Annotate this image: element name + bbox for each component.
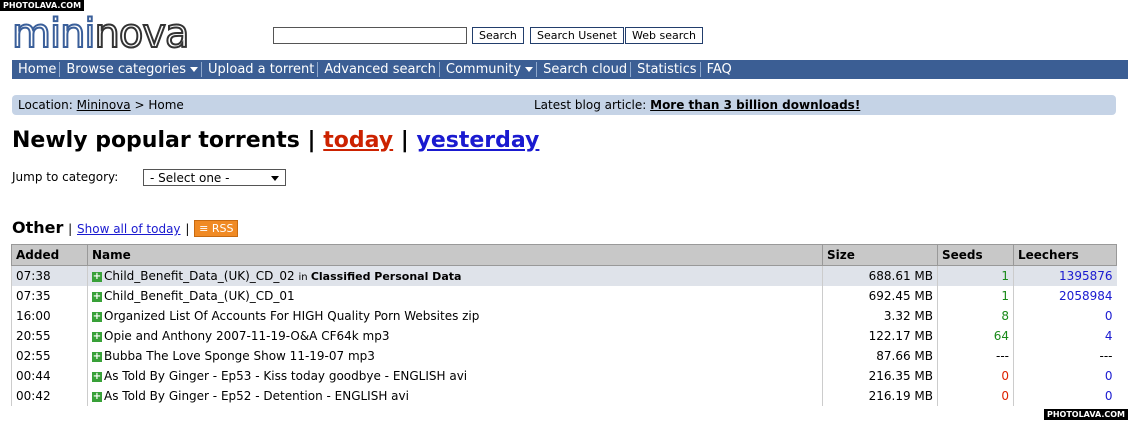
leechers-cell: 1395876 [1013, 265, 1117, 286]
download-icon[interactable]: + [92, 271, 102, 282]
category-link[interactable]: Classified Personal Data [311, 270, 462, 283]
download-icon[interactable]: + [92, 331, 102, 342]
leechers-cell: 0 [1013, 306, 1117, 326]
name-cell: + Child_Benefit_Data_(UK)_CD_02 in Classi… [87, 265, 823, 286]
show-all-link[interactable]: Show all of today [77, 222, 181, 236]
seeds-cell: 1 [937, 286, 1014, 306]
seeds-cell: 64 [937, 326, 1014, 346]
section-header: Other | Show all of today | ≡ RSS [12, 218, 239, 237]
seeds-cell: 8 [937, 306, 1014, 326]
added-cell: 07:38 [11, 265, 88, 286]
added-cell: 02:55 [11, 346, 88, 366]
jump-to-category-label: Jump to category: [12, 170, 119, 184]
torrent-link[interactable]: Opie and Anthony 2007-11-19-O&A CF64k mp… [104, 329, 389, 343]
seeds-cell: --- [937, 346, 1014, 366]
size-cell: 216.19 MB [822, 386, 938, 406]
nav-item-faq[interactable]: FAQ [701, 62, 735, 77]
breadcrumb: Location: Mininova > Home [18, 98, 184, 112]
download-icon[interactable]: + [92, 311, 102, 322]
nav-item-upload-a-torrent[interactable]: Upload a torrent [202, 62, 319, 77]
col-name[interactable]: Name [87, 244, 823, 266]
leechers-cell: 2058984 [1013, 286, 1117, 306]
rss-icon: ≡ [199, 222, 209, 235]
chevron-down-icon [525, 67, 534, 72]
nav-item-browse-categories[interactable]: Browse categories [60, 62, 202, 77]
location-bar: Location: Mininova > Home Latest blog ar… [12, 95, 1116, 115]
name-cell: + Bubba The Love Sponge Show 11-19-07 mp3 [87, 346, 823, 366]
download-icon[interactable]: + [92, 391, 102, 402]
today-link[interactable]: today [323, 128, 393, 153]
web-search-button[interactable]: Web search [625, 27, 704, 44]
torrent-table: Added Name Size Seeds Leechers 07:38 + Chi… [11, 244, 1117, 406]
seeds-cell: 0 [937, 386, 1014, 406]
size-cell: 122.17 MB [822, 326, 938, 346]
leechers-cell: 0 [1013, 386, 1117, 406]
name-cell: + Organized List Of Accounts For HIGH Qua… [87, 306, 823, 326]
added-cell: 20:55 [11, 326, 88, 346]
col-added[interactable]: Added [11, 244, 88, 266]
nav-item-search-cloud[interactable]: Search cloud [537, 62, 632, 77]
col-leechers[interactable]: Leechers [1013, 244, 1117, 266]
search-input[interactable] [273, 27, 467, 44]
name-cell: + As Told By Ginger - Ep52 - Detention - … [87, 386, 823, 406]
seeds-cell: 1 [937, 265, 1014, 286]
name-cell: + As Told By Ginger - Ep53 - Kiss today g… [87, 366, 823, 386]
breadcrumb-link-mininova[interactable]: Mininova [77, 98, 131, 112]
table-row[interactable]: 16:00 + Organized List Of Accounts For HIG… [11, 306, 1117, 326]
table-row[interactable]: 20:55 + Opie and Anthony 2007-11-19-O&A CF… [11, 326, 1117, 346]
added-cell: 16:00 [11, 306, 88, 326]
table-row[interactable]: 02:55 + Bubba The Love Sponge Show 11-19-0… [11, 346, 1117, 366]
rss-button[interactable]: ≡ RSS [194, 220, 239, 237]
name-cell: + Opie and Anthony 2007-11-19-O&A CF64k m… [87, 326, 823, 346]
watermark-bottom: PHOTOLAVA.COM [1043, 409, 1128, 420]
torrent-list: 07:38 + Child_Benefit_Data_(UK)_CD_02 in C… [11, 265, 1117, 406]
page-title: Newly popular torrents | today | yesterd… [12, 128, 540, 153]
nav-item-statistics[interactable]: Statistics [631, 62, 701, 77]
search-usenet-button[interactable]: Search Usenet [530, 27, 624, 44]
name-cell: + Child_Benefit_Data_(UK)_CD_01 [87, 286, 823, 306]
table-row[interactable]: 07:35 + Child_Benefit_Data_(UK)_CD_01 692.… [11, 286, 1117, 306]
table-row[interactable]: 07:38 + Child_Benefit_Data_(UK)_CD_02 in C… [11, 265, 1117, 286]
size-cell: 216.35 MB [822, 366, 938, 386]
blog-article-link[interactable]: More than 3 billion downloads! [650, 98, 860, 112]
download-icon[interactable]: + [92, 371, 102, 382]
col-seeds[interactable]: Seeds [937, 244, 1014, 266]
main-nav: Home Browse categories Upload a torrent Adv… [12, 60, 1128, 79]
latest-blog: Latest blog article: More than 3 billion… [534, 98, 861, 112]
leechers-cell: --- [1013, 346, 1117, 366]
section-title: Other [12, 218, 64, 237]
torrent-link[interactable]: Child_Benefit_Data_(UK)_CD_02 [104, 269, 295, 283]
size-cell: 692.45 MB [822, 286, 938, 306]
added-cell: 07:35 [11, 286, 88, 306]
site-logo[interactable]: mininova [11, 11, 191, 57]
leechers-cell: 4 [1013, 326, 1117, 346]
category-select[interactable]: - Select one - [143, 169, 286, 186]
download-icon[interactable]: + [92, 291, 102, 302]
chevron-down-icon [190, 67, 198, 72]
leechers-cell: 0 [1013, 366, 1117, 386]
torrent-link[interactable]: As Told By Ginger - Ep53 - Kiss today go… [104, 369, 467, 383]
torrent-link[interactable]: Organized List Of Accounts For HIGH Qual… [104, 309, 479, 323]
torrent-link[interactable]: Bubba The Love Sponge Show 11-19-07 mp3 [104, 349, 375, 363]
col-size[interactable]: Size [822, 244, 938, 266]
torrent-link[interactable]: Child_Benefit_Data_(UK)_CD_01 [104, 289, 295, 303]
table-row[interactable]: 00:42 + As Told By Ginger - Ep52 - Detenti… [11, 386, 1117, 406]
table-row[interactable]: 00:44 + As Told By Ginger - Ep53 - Kiss to… [11, 366, 1117, 386]
size-cell: 688.61 MB [822, 265, 938, 286]
torrent-link[interactable]: As Told By Ginger - Ep52 - Detention - E… [104, 389, 409, 403]
added-cell: 00:42 [11, 386, 88, 406]
added-cell: 00:44 [11, 366, 88, 386]
chevron-down-icon [271, 176, 279, 181]
nav-item-home[interactable]: Home [12, 62, 61, 77]
nav-item-advanced-search[interactable]: Advanced search [318, 62, 440, 77]
size-cell: 3.32 MB [822, 306, 938, 326]
size-cell: 87.66 MB [822, 346, 938, 366]
nav-item-community[interactable]: Community [440, 62, 538, 77]
search-button[interactable]: Search [472, 27, 524, 44]
download-icon[interactable]: + [92, 351, 102, 362]
yesterday-link[interactable]: yesterday [417, 128, 540, 153]
watermark-top: PHOTOLAVA.COM [0, 0, 85, 11]
seeds-cell: 0 [937, 366, 1014, 386]
